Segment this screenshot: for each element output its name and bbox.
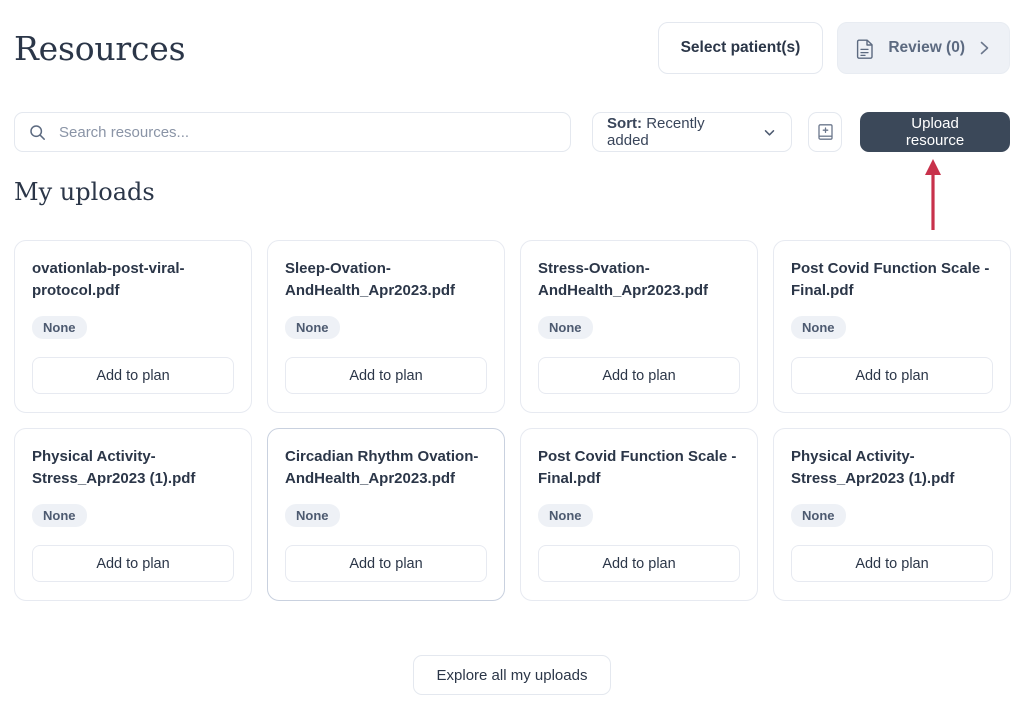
up-arrow-annotation-icon — [925, 159, 941, 230]
resource-title: Post Covid Function Scale - Final.pdf — [791, 260, 990, 300]
resources-toolbar: Sort: Recently added Upload resource — [14, 112, 1010, 152]
status-badge: None — [32, 504, 87, 528]
status-badge: None — [538, 504, 593, 528]
sort-prefix: Sort: — [607, 115, 643, 132]
sort-label: Sort: Recently added — [607, 115, 750, 149]
status-badge: None — [791, 504, 846, 528]
search-icon — [29, 124, 46, 141]
library-add-button[interactable] — [808, 112, 843, 152]
header-actions: Select patient(s) Review (0) — [657, 22, 1010, 74]
page-title: Resources — [14, 28, 186, 68]
add-to-plan-button[interactable]: Add to plan — [791, 357, 993, 395]
resource-title: Sleep-Ovation-AndHealth_Apr2023.pdf — [285, 260, 456, 300]
resources-page: Resources Select patient(s) Review (0) S… — [0, 0, 1024, 716]
resource-card[interactable]: Post Covid Function Scale - Final.pdf No… — [773, 240, 1011, 414]
add-to-plan-button[interactable]: Add to plan — [32, 545, 234, 583]
sort-dropdown[interactable]: Sort: Recently added — [592, 112, 793, 152]
status-badge: None — [32, 316, 87, 340]
uploads-grid: ovationlab-post-viral-protocol.pdf None … — [14, 240, 1011, 602]
upload-resource-label: Upload resource — [905, 115, 965, 149]
status-badge: None — [791, 316, 846, 340]
select-patients-label: Select patient(s) — [680, 39, 801, 56]
resource-card[interactable]: Circadian Rhythm Ovation-AndHealth_Apr20… — [267, 428, 505, 602]
status-badge: None — [285, 316, 340, 340]
resource-card[interactable]: Physical Activity-Stress_Apr2023 (1).pdf… — [773, 428, 1011, 602]
status-badge: None — [285, 504, 340, 528]
page-footer: Explore all my uploads — [0, 655, 1024, 695]
resource-card[interactable]: ovationlab-post-viral-protocol.pdf None … — [14, 240, 252, 414]
section-title: My uploads — [14, 178, 155, 206]
resource-card[interactable]: Stress-Ovation-AndHealth_Apr2023.pdf Non… — [520, 240, 758, 414]
document-icon — [856, 38, 875, 59]
add-to-plan-button[interactable]: Add to plan — [285, 545, 487, 583]
search-box[interactable] — [14, 112, 572, 152]
add-to-plan-button[interactable]: Add to plan — [538, 545, 740, 583]
upload-resource-button[interactable]: Upload resource — [860, 112, 1010, 152]
resource-title: Stress-Ovation-AndHealth_Apr2023.pdf — [538, 260, 709, 300]
add-to-plan-button[interactable]: Add to plan — [538, 357, 740, 395]
page-header: Resources Select patient(s) Review (0) — [0, 0, 1024, 96]
book-add-icon — [817, 123, 834, 141]
resource-card[interactable]: Physical Activity-Stress_Apr2023 (1).pdf… — [14, 428, 252, 602]
resource-title: Physical Activity-Stress_Apr2023 (1).pdf — [32, 448, 196, 488]
resource-title: Circadian Rhythm Ovation-AndHealth_Apr20… — [285, 448, 479, 488]
chevron-down-icon — [762, 125, 777, 140]
add-to-plan-button[interactable]: Add to plan — [285, 357, 487, 395]
explore-all-uploads-button[interactable]: Explore all my uploads — [412, 655, 612, 695]
resource-card[interactable]: Post Covid Function Scale - Final.pdf No… — [520, 428, 758, 602]
add-to-plan-button[interactable]: Add to plan — [791, 545, 993, 583]
resource-card[interactable]: Sleep-Ovation-AndHealth_Apr2023.pdf None… — [267, 240, 505, 414]
review-button[interactable]: Review (0) — [837, 22, 1010, 74]
resource-title: ovationlab-post-viral-protocol.pdf — [32, 260, 185, 300]
resource-title: Post Covid Function Scale - Final.pdf — [538, 448, 737, 488]
add-to-plan-button[interactable]: Add to plan — [32, 357, 234, 395]
resource-title: Physical Activity-Stress_Apr2023 (1).pdf — [791, 448, 955, 488]
select-patients-button[interactable]: Select patient(s) — [657, 22, 824, 74]
chevron-right-icon — [978, 38, 991, 58]
search-input[interactable] — [57, 122, 557, 142]
review-label: Review (0) — [888, 39, 965, 56]
status-badge: None — [538, 316, 593, 340]
